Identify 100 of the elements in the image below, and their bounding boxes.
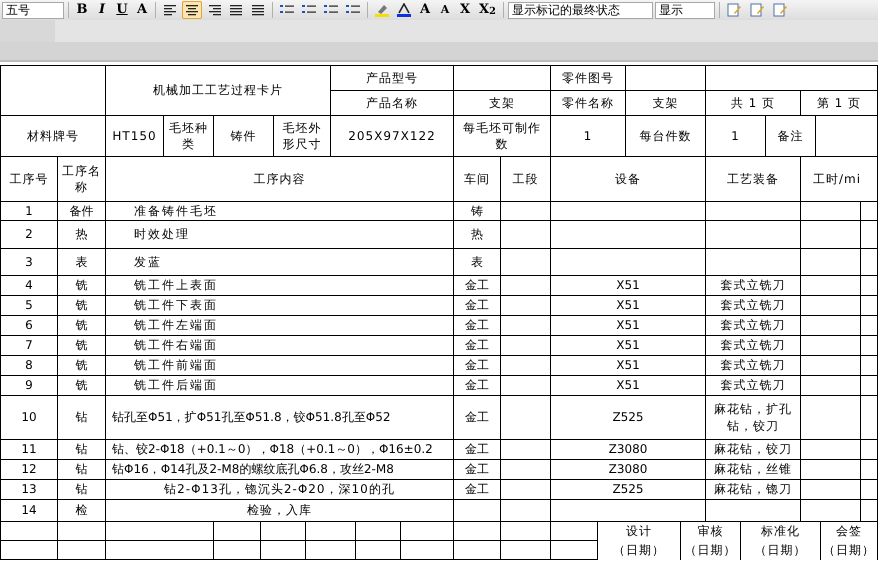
table-cell: 铣工件下表面 bbox=[106, 296, 454, 316]
table-cell: 支架 bbox=[626, 91, 706, 116]
table-cell bbox=[861, 316, 878, 336]
table-cell bbox=[861, 249, 878, 276]
table-cell: 铣 bbox=[58, 276, 106, 296]
table-cell bbox=[401, 522, 454, 541]
underline-button[interactable]: U bbox=[113, 1, 131, 19]
superscript-button[interactable]: X bbox=[456, 1, 474, 19]
table-cell: X51 bbox=[551, 296, 706, 316]
bold-button[interactable]: B bbox=[73, 1, 91, 19]
align-icon bbox=[185, 4, 199, 16]
table-cell: 铣 bbox=[58, 316, 106, 336]
table-cell: HT150 bbox=[106, 116, 164, 157]
table-cell bbox=[501, 541, 551, 560]
table-cell bbox=[501, 396, 551, 440]
align-icon bbox=[207, 4, 221, 16]
table-cell: 麻花钻，扩孔钻，铰刀 bbox=[706, 396, 801, 440]
table-cell: 铣工件后端面 bbox=[106, 376, 454, 396]
table-cell: 11 bbox=[1, 440, 58, 460]
align-button[interactable] bbox=[182, 1, 202, 19]
table-cell bbox=[551, 541, 598, 560]
table-cell: 3 bbox=[1, 249, 58, 276]
font-size-dropdown[interactable]: 五号 bbox=[2, 2, 64, 18]
table-cell: 每毛坯可制作数 bbox=[454, 116, 551, 157]
markup-view-dropdown[interactable]: 显示标记的最终状态 bbox=[508, 2, 653, 18]
table-cell: 时效处理 bbox=[106, 221, 454, 249]
table-cell bbox=[861, 296, 878, 316]
font-color-button[interactable] bbox=[394, 1, 414, 19]
table-cell: Z525 bbox=[551, 480, 706, 500]
table-cell bbox=[261, 522, 306, 541]
table-cell bbox=[356, 522, 401, 541]
table-cell: 每台件数 bbox=[626, 116, 706, 157]
table-cell: 表 bbox=[454, 249, 501, 276]
table-cell bbox=[861, 202, 878, 221]
table-cell: 零件图号 bbox=[551, 66, 626, 91]
table-cell bbox=[861, 460, 878, 480]
document-edit-icon bbox=[726, 3, 742, 17]
table-cell bbox=[501, 376, 551, 396]
table-cell: 钻、铰2-Φ18（+0.1～0），Φ18（+0.1～0），Φ16±0.2 bbox=[106, 440, 454, 460]
show-menu-dropdown[interactable]: 显示 bbox=[654, 2, 715, 18]
table-cell: 麻花钻，铰刀 bbox=[706, 440, 801, 460]
italic-button[interactable]: I bbox=[93, 1, 111, 19]
font-color-button[interactable]: A bbox=[133, 1, 151, 19]
table-cell: 产品名称 bbox=[331, 91, 454, 116]
table-cell: 14 bbox=[1, 500, 58, 522]
column-header: 设备 bbox=[551, 157, 706, 202]
table-cell bbox=[816, 116, 878, 157]
table-cell: 铣工件前端面 bbox=[106, 356, 454, 376]
list-icon bbox=[302, 4, 316, 16]
table-cell: 材料牌号 bbox=[1, 116, 106, 157]
table-cell: 1 bbox=[551, 116, 626, 157]
shrink-font-button[interactable]: A bbox=[436, 1, 454, 19]
signature-role: 标准化 bbox=[761, 523, 800, 540]
table-cell: 套式立铣刀 bbox=[706, 276, 801, 296]
table-cell bbox=[58, 522, 106, 541]
table-cell bbox=[501, 221, 551, 249]
table-cell bbox=[861, 221, 878, 249]
table-cell: 金工 bbox=[454, 336, 501, 356]
grow-font-button[interactable]: A bbox=[416, 1, 434, 19]
table-cell bbox=[801, 202, 861, 221]
table-cell bbox=[861, 376, 878, 396]
table-cell: 金工 bbox=[454, 480, 501, 500]
table-cell bbox=[58, 541, 106, 560]
table-cell bbox=[801, 221, 861, 249]
table-cell: 钻 bbox=[58, 396, 106, 440]
table-cell bbox=[401, 541, 454, 560]
signature-role: 审核 bbox=[698, 523, 724, 540]
table-cell bbox=[501, 316, 551, 336]
table-cell: 备注 bbox=[766, 116, 816, 157]
table-cell: 钻Φ16，Φ14孔及2-M8的螺纹底孔Φ6.8，攻丝2-M8 bbox=[106, 460, 454, 480]
align-icon bbox=[163, 4, 177, 16]
table-cell bbox=[501, 480, 551, 500]
table-cell: X51 bbox=[551, 376, 706, 396]
table-cell: 金工 bbox=[454, 276, 501, 296]
subscript-button[interactable]: X$_{2}$ bbox=[476, 1, 499, 19]
table-cell: 麻花钻，丝锥 bbox=[706, 460, 801, 480]
table-cell bbox=[801, 316, 861, 336]
signature-date: （日期） bbox=[754, 542, 806, 559]
table-cell bbox=[306, 522, 356, 541]
list-icon bbox=[280, 4, 294, 16]
table-cell: 表 bbox=[58, 249, 106, 276]
table-cell: 麻花钻，锪刀 bbox=[706, 480, 801, 500]
table-cell: 套式立铣刀 bbox=[706, 356, 801, 376]
align-icon bbox=[229, 4, 243, 16]
column-header: 工序号 bbox=[1, 157, 58, 202]
table-cell bbox=[801, 276, 861, 296]
table-cell: 9 bbox=[1, 376, 58, 396]
table-cell: X51 bbox=[551, 356, 706, 376]
font-color-icon bbox=[397, 3, 411, 17]
table-cell bbox=[861, 276, 878, 296]
table-cell: 零件名称 bbox=[551, 91, 626, 116]
table-cell: X51 bbox=[551, 336, 706, 356]
table-cell bbox=[214, 522, 261, 541]
table-cell bbox=[861, 396, 878, 440]
table-cell: 钻 bbox=[58, 460, 106, 480]
table-cell bbox=[861, 336, 878, 356]
table-cell: 205X97X122 bbox=[331, 116, 454, 157]
highlighter-icon bbox=[375, 3, 389, 17]
table-cell bbox=[501, 296, 551, 316]
table-cell: 铣工件左端面 bbox=[106, 316, 454, 336]
